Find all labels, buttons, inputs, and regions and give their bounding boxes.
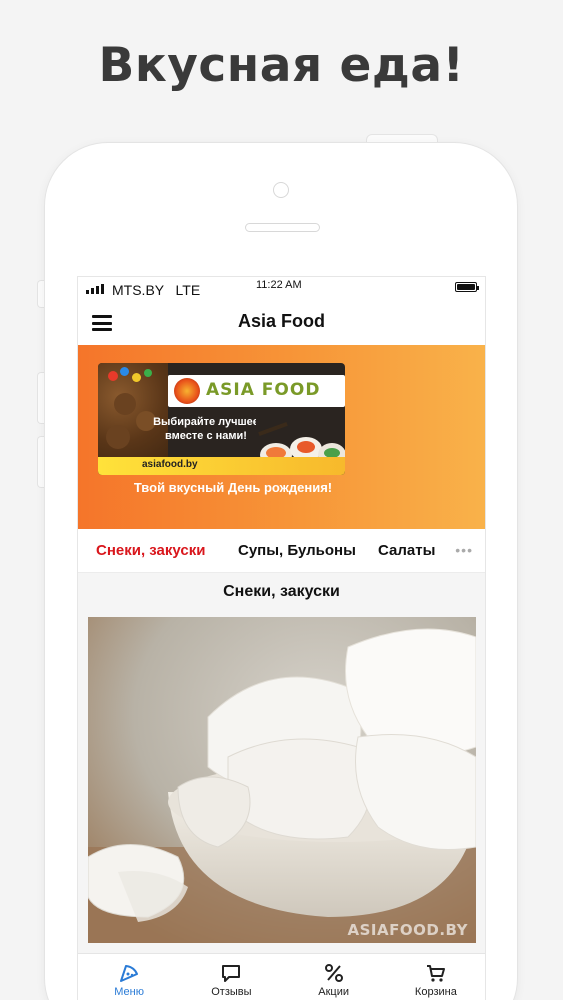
banner-caption: Твой вкусный День рождения! bbox=[133, 480, 333, 495]
status-time: 11:22 AM bbox=[256, 279, 302, 291]
section-title: Снеки, закуски bbox=[223, 583, 340, 600]
banner-logo-text: ASIA FOOD bbox=[206, 380, 321, 400]
app-screen: MTS.BY LTE 11:22 AM Asia Food ASIA FOOD bbox=[77, 276, 486, 1000]
tabbar-promotions[interactable]: Акции bbox=[283, 954, 385, 1000]
tabbar-cart-label: Корзина bbox=[414, 986, 457, 998]
bottom-tab-bar: Меню Отзывы Акции Корзина bbox=[78, 953, 485, 1000]
chat-bubble-icon bbox=[222, 965, 241, 982]
tab-snacks[interactable]: Снеки, закуски bbox=[96, 542, 205, 559]
more-dots-icon[interactable]: ••• bbox=[455, 542, 473, 558]
tabbar-promotions-label: Акции bbox=[318, 986, 349, 998]
promo-banner[interactable]: ASIA FOOD Выбирайте лучшее вместе с нами… bbox=[78, 345, 485, 529]
asia-food-logo-icon bbox=[174, 378, 200, 404]
promo-headline: Вкусная еда! bbox=[98, 38, 465, 93]
prawn-crackers-image bbox=[88, 617, 476, 943]
nav-title: Asia Food bbox=[237, 311, 325, 331]
product-photo[interactable]: ASIAFOOD.BY bbox=[88, 617, 476, 943]
hamburger-menu-icon[interactable] bbox=[92, 314, 112, 332]
percent-icon bbox=[324, 964, 343, 982]
banner-domain-strip: asiafood.by bbox=[98, 457, 345, 475]
category-tabs: Снеки, закуски Супы, Бульоны Салаты ••• bbox=[78, 529, 485, 573]
battery-icon bbox=[455, 282, 479, 292]
tabbar-reviews-label: Отзывы bbox=[211, 986, 252, 998]
tabbar-reviews[interactable]: Отзывы bbox=[180, 954, 282, 1000]
carrier-label: MTS.BY LTE bbox=[112, 282, 201, 298]
signal-strength-icon bbox=[86, 284, 104, 294]
tab-salads[interactable]: Салаты bbox=[378, 542, 436, 559]
phone-speaker bbox=[245, 223, 320, 232]
nav-bar: Asia Food bbox=[78, 303, 485, 345]
menu-section: Снеки, закуски ASIAFOOD.BY bbox=[78, 573, 485, 973]
banner-logo: ASIA FOOD bbox=[168, 375, 345, 407]
status-bar: MTS.BY LTE 11:22 AM bbox=[78, 277, 485, 303]
tabbar-menu-label: Меню bbox=[114, 986, 144, 998]
banner-domain: asiafood.by bbox=[142, 459, 198, 470]
tabbar-menu[interactable]: Меню bbox=[78, 954, 180, 1000]
tab-soups[interactable]: Супы, Бульоны bbox=[238, 542, 356, 559]
tabbar-cart[interactable]: Корзина bbox=[385, 954, 485, 1000]
photo-watermark: ASIAFOOD.BY bbox=[347, 921, 468, 939]
cart-icon bbox=[426, 965, 445, 982]
phone-camera bbox=[273, 182, 289, 198]
pizza-slice-icon bbox=[120, 965, 139, 982]
banner-slogan: Выбирайте лучшее вместе с нами! bbox=[153, 416, 259, 442]
banner-ad-card: ASIA FOOD Выбирайте лучшее вместе с нами… bbox=[98, 363, 345, 475]
